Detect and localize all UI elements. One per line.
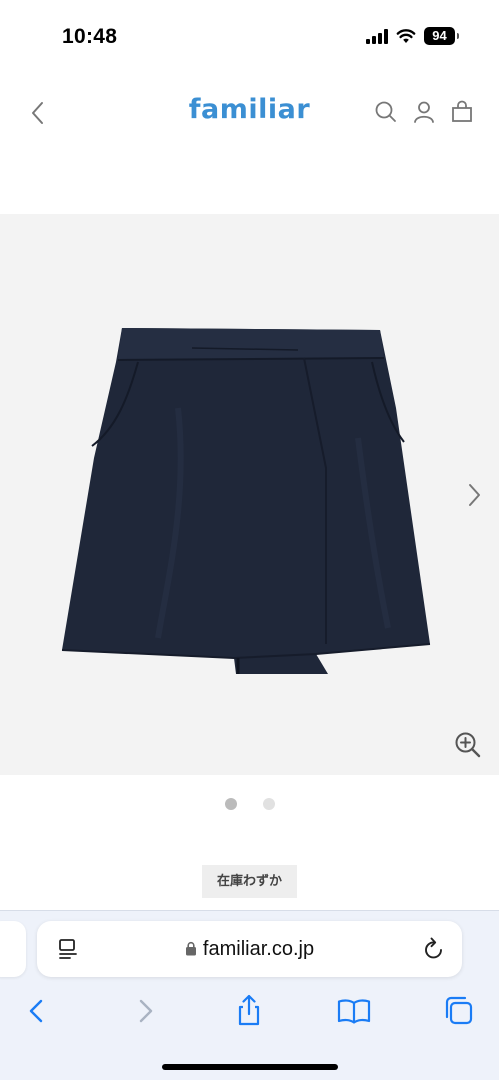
search-icon[interactable] [373,99,399,125]
carousel-dots [0,798,499,810]
bookmarks-icon[interactable] [336,993,372,1029]
forward-icon[interactable] [127,993,163,1029]
carousel-dot-2[interactable] [262,798,275,810]
product-image [61,328,431,674]
stock-status-badge: 在庫わずか [202,865,297,898]
back-icon[interactable] [19,993,55,1029]
share-icon[interactable] [231,993,267,1029]
next-arrow-icon[interactable] [463,480,485,510]
site-header: familiar [0,80,499,146]
previous-tab-preview[interactable] [0,921,26,977]
zoom-in-icon[interactable] [453,730,483,760]
browser-toolbar: familiar.co.jp [0,910,499,1080]
wifi-icon [396,29,416,43]
url-display[interactable]: familiar.co.jp [37,938,462,961]
bag-icon[interactable] [449,99,475,125]
home-indicator [162,1064,338,1070]
tabs-icon[interactable] [441,993,477,1029]
carousel-dot-1[interactable] [224,798,237,810]
product-image-carousel[interactable] [0,214,499,775]
url-text: familiar.co.jp [202,938,315,960]
lock-icon [185,941,196,956]
reload-icon[interactable] [422,936,446,962]
status-bar: 10:48 94 [0,0,499,70]
address-bar[interactable]: familiar.co.jp [37,921,462,977]
status-time: 10:48 [62,25,118,48]
status-icons: 94 [366,27,459,45]
signal-icon [366,28,388,44]
battery-icon: 94 [424,27,459,45]
account-icon[interactable] [411,99,437,125]
